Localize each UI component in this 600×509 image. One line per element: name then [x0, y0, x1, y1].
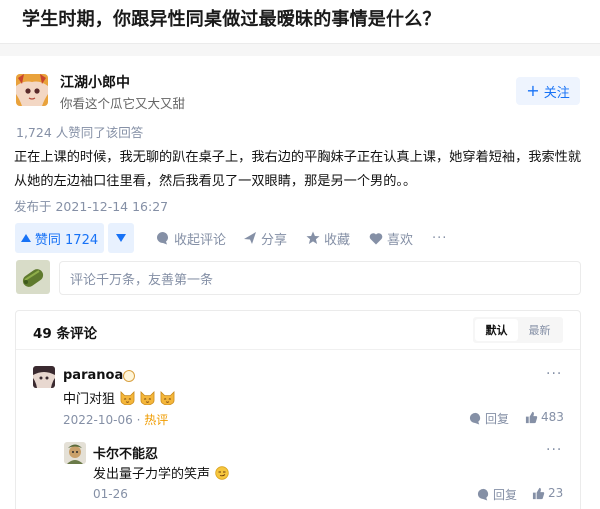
reply-button[interactable]: 回复 [477, 486, 517, 503]
reply-label: 回复 [485, 412, 510, 426]
comment-like-count: 23 [548, 486, 564, 500]
comment-bubble-icon [469, 412, 481, 425]
collapse-comments-label: 收起评论 [174, 232, 227, 248]
comment-like-button[interactable]: 23 [532, 486, 563, 500]
comment-input-placeholder: 评论千万条，友善第一条 [70, 272, 214, 288]
thumbs-up-icon [525, 411, 538, 423]
comment-like-button[interactable]: 483 [525, 410, 564, 424]
reply-button[interactable]: 回复 [469, 410, 509, 427]
current-user-avatar [16, 260, 50, 294]
author-bio: 你看这个瓜它又大又甜 [60, 96, 186, 111]
comment-like-count: 483 [541, 410, 564, 424]
commenter-name[interactable]: paranoa [63, 368, 123, 383]
commenter-avatar[interactable] [64, 442, 86, 464]
comment-meta: 2022-10-06 · 热评 [63, 413, 169, 427]
more-actions-button[interactable]: ··· [432, 223, 447, 253]
like-label: 喜欢 [387, 232, 414, 248]
cat-face-icon [140, 391, 155, 405]
upvote-button[interactable]: 赞同 1724 [15, 223, 104, 253]
votes-summary: 1,724 人赞同了该回答 [16, 125, 144, 140]
user-badge-icon [123, 370, 135, 382]
comment-bubble-icon [477, 488, 489, 501]
like-button[interactable]: 喜欢 [369, 223, 413, 253]
hot-comment-badge: 热评 [144, 413, 169, 427]
heart-icon [369, 232, 383, 244]
comment-text-body: 发出量子力学的笑声 [93, 467, 211, 482]
triangle-down-icon [116, 234, 126, 242]
comment-date: 2022-10-06 [63, 413, 133, 427]
cat-face-icon [120, 391, 135, 405]
collapse-comments-button[interactable]: 收起评论 [156, 223, 226, 253]
comments-panel: 49 条评论 默认 最新 paranoa ··· 中门对狙 2022-10-06… [15, 310, 581, 509]
downvote-button[interactable] [108, 223, 134, 253]
smirk-face-icon [215, 466, 229, 480]
comment-more-button[interactable]: ··· [546, 442, 562, 458]
comment-text: 发出量子力学的笑声 [93, 463, 229, 482]
comment-more-button[interactable]: ··· [546, 366, 562, 382]
cat-face-icon [161, 391, 175, 405]
publish-time: 发布于 2021-12-14 16:27 [14, 199, 169, 214]
comment-sort-toggle: 默认 最新 [473, 317, 563, 343]
comment-input[interactable]: 评论千万条，友善第一条 [59, 261, 581, 295]
comment-date: 01-26 [93, 487, 128, 501]
favorite-label: 收藏 [324, 232, 351, 248]
commenter-name[interactable]: 卡尔不能忍 [93, 443, 158, 462]
follow-button[interactable]: + 关注 [516, 77, 580, 105]
thumbs-up-icon [532, 487, 545, 499]
favorite-button[interactable]: 收藏 [306, 223, 350, 253]
comment-text: 中门对狙 [63, 388, 175, 407]
answer-text: 正在上课的时候，我无聊的趴在桌子上，我右边的平胸妹子正在认真上课，她穿着短袖，我… [14, 150, 582, 189]
divider [16, 349, 580, 350]
comment-text-body: 中门对狙 [63, 392, 116, 407]
upvote-label: 赞同 1724 [34, 232, 99, 248]
sort-default-tab[interactable]: 默认 [475, 319, 518, 341]
sort-latest-tab[interactable]: 最新 [518, 319, 561, 341]
share-label: 分享 [261, 232, 288, 248]
reply-label: 回复 [493, 488, 518, 502]
question-header: 学生时期，你跟异性同桌做过最暧昧的事情是什么？ [0, 0, 600, 44]
comment-bubble-icon [157, 232, 168, 245]
triangle-up-icon [20, 234, 31, 242]
commenter-avatar[interactable] [33, 366, 55, 388]
author-name[interactable]: 江湖小郎中 [60, 72, 130, 92]
follow-label: 关注 [543, 85, 570, 101]
author-avatar[interactable] [16, 74, 48, 106]
answer-card: 江湖小郎中 你看这个瓜它又大又甜 + 关注 1,724 人赞同了该回答 正在上课… [0, 56, 600, 509]
star-icon [306, 231, 320, 244]
share-button[interactable]: 分享 [243, 223, 287, 253]
plus-icon: + [526, 81, 540, 100]
question-title[interactable]: 学生时期，你跟异性同桌做过最暧昧的事情是什么？ [22, 5, 441, 31]
comments-count: 49 条评论 [33, 326, 97, 342]
share-icon [244, 232, 256, 244]
